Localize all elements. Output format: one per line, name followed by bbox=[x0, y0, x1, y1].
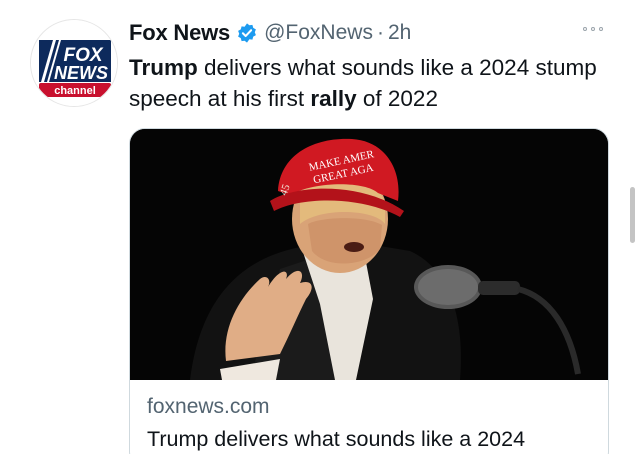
display-name[interactable]: Fox News bbox=[129, 20, 230, 46]
timestamp[interactable]: 2h bbox=[388, 21, 411, 45]
verified-badge-icon bbox=[238, 23, 257, 43]
tweet-text-part: of 2022 bbox=[356, 86, 438, 111]
separator-dot: · bbox=[376, 21, 384, 44]
handle[interactable]: @FoxNews bbox=[264, 21, 373, 45]
card-domain[interactable]: foxnews.com bbox=[147, 395, 270, 419]
scrollbar[interactable] bbox=[630, 187, 635, 243]
fox-news-logo: FOX NEWS channel bbox=[31, 20, 117, 106]
tweet-text-part[interactable]: rally bbox=[310, 86, 356, 111]
news-photo[interactable]: MAKE AMER GREAT AGA 45 bbox=[130, 129, 609, 380]
tweet-text-part[interactable]: Trump bbox=[129, 55, 198, 80]
avatar[interactable]: FOX NEWS channel bbox=[30, 19, 118, 107]
logo-text-news: NEWS bbox=[54, 63, 108, 83]
more-options-icon[interactable] bbox=[583, 27, 603, 31]
tweet-header: Fox News @FoxNews · 2h bbox=[129, 17, 411, 49]
link-preview-card[interactable]: MAKE AMER GREAT AGA 45 foxnews.com Trump… bbox=[129, 128, 609, 454]
card-title[interactable]: Trump delivers what sounds like a 2024 bbox=[147, 427, 525, 452]
logo-text-channel: channel bbox=[54, 85, 96, 97]
tweet-text: Trump delivers what sounds like a 2024 s… bbox=[129, 52, 609, 114]
tweet[interactable]: FOX NEWS channel Fox News @FoxNews · 2h … bbox=[0, 0, 640, 454]
